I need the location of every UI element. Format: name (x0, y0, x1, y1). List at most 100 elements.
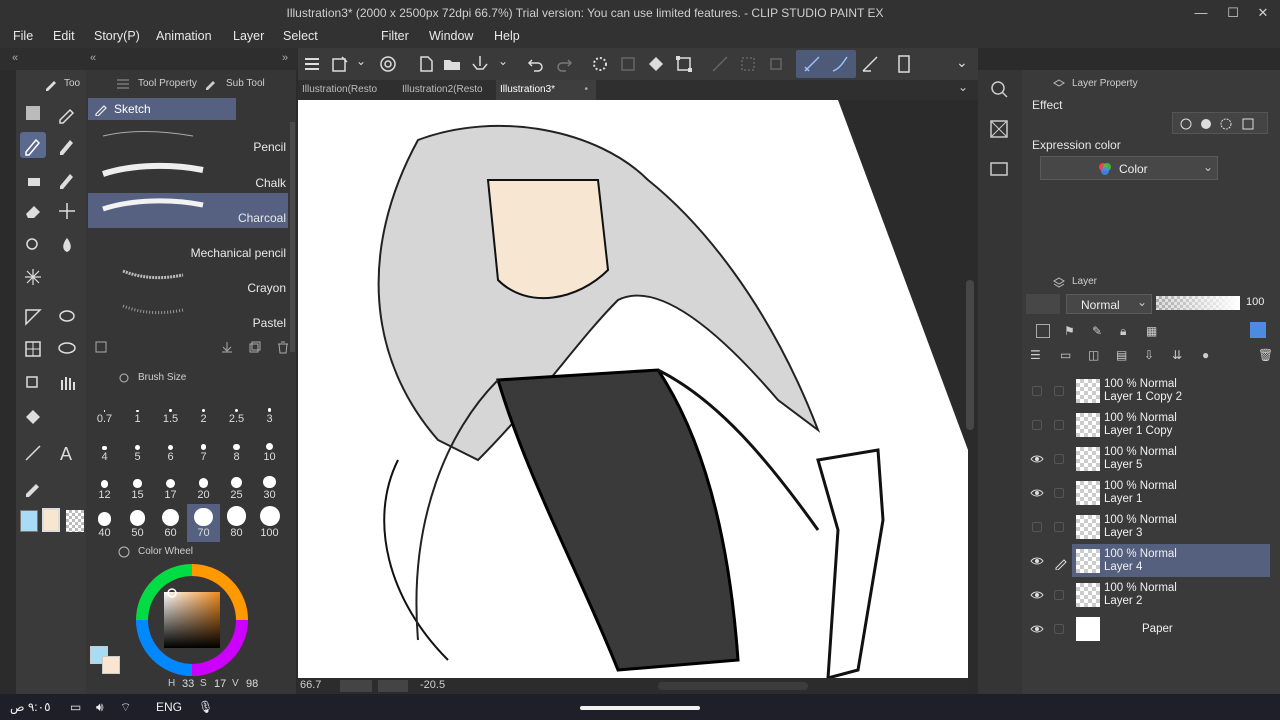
transparent-color-swatch[interactable] (66, 510, 84, 532)
layer-select-checkbox[interactable] (1054, 590, 1064, 600)
trash-icon[interactable] (276, 340, 290, 354)
sparkle-tool[interactable] (20, 264, 46, 290)
opacity-slider[interactable] (1156, 296, 1240, 310)
layer-select-checkbox[interactable] (1054, 454, 1064, 464)
subtool-scrollbar[interactable] (290, 122, 295, 352)
layer-row[interactable]: 100 % Normal Layer 2 (1072, 578, 1270, 611)
subtool-pastel[interactable]: Pastel (88, 298, 288, 333)
brush-size-option[interactable]: 1 (121, 390, 154, 428)
brush-size-option[interactable]: 80 (220, 504, 253, 542)
brush-size-option[interactable]: 40 (88, 504, 121, 542)
brush-size-option[interactable]: 25 (220, 466, 253, 504)
duplicate-icon[interactable] (248, 340, 262, 354)
pen-tool[interactable] (54, 132, 80, 158)
tab-sub-tool[interactable]: Sub Tool (226, 78, 265, 89)
layer-row[interactable]: 100 % Normal Layer 1 Copy 2 (1072, 374, 1270, 407)
undo-icon[interactable] (526, 54, 546, 74)
brush-size-option[interactable]: 6 (154, 428, 187, 466)
collapse-left-icon[interactable]: « (12, 52, 18, 64)
brush-size-option[interactable]: 70 (187, 504, 220, 542)
s-value[interactable]: 17 (214, 678, 226, 690)
transform-icon[interactable] (674, 54, 694, 74)
frame-tool[interactable] (20, 336, 46, 362)
layer-visibility-toggle[interactable] (1030, 418, 1044, 432)
collapse-subtool-icon[interactable]: « (90, 52, 96, 64)
subtool-group-sketch[interactable]: Sketch (88, 98, 236, 120)
new-vector-layer-icon[interactable]: ◫ (1088, 348, 1099, 362)
mask-icon[interactable]: ● (1202, 348, 1209, 362)
tool-panel-tab[interactable]: Too (64, 78, 80, 89)
color-wheel[interactable] (134, 562, 250, 678)
line-tool[interactable] (20, 440, 46, 466)
pencil-tool[interactable] (20, 132, 46, 158)
combine-down-icon[interactable]: ⇊ (1172, 348, 1182, 362)
brush-size-option[interactable]: 0.7 (88, 390, 121, 428)
blend-tool[interactable] (20, 232, 46, 258)
fill-tool[interactable] (20, 404, 46, 430)
brush-size-option[interactable]: 17 (154, 466, 187, 504)
hand-tool[interactable] (54, 370, 80, 396)
layer-color-toggle-icon[interactable] (1250, 322, 1266, 338)
chevron-down-icon[interactable]: ⌄ (956, 54, 976, 74)
close-icon[interactable]: • (584, 80, 588, 100)
new-file-icon[interactable] (416, 54, 436, 74)
brush-size-option[interactable]: 5 (121, 428, 154, 466)
menu-filter[interactable]: Filter (381, 29, 409, 43)
airbrush-tool[interactable] (54, 232, 80, 258)
navigator-icon[interactable] (988, 78, 1010, 100)
expression-color-select[interactable]: Color ⌄ (1040, 156, 1218, 180)
balloon-tool[interactable] (54, 336, 80, 362)
layer-color-icon[interactable] (1241, 117, 1255, 131)
canvas-area[interactable] (298, 100, 968, 678)
layer-select-checkbox[interactable] (1054, 522, 1064, 532)
layer-row[interactable]: 100 % Normal Layer 4 (1072, 544, 1270, 577)
menu-help[interactable]: Help (494, 29, 520, 43)
vertical-scrollbar[interactable] (966, 280, 974, 430)
main-color-indicator[interactable] (102, 656, 120, 674)
layer-visibility-toggle[interactable] (1030, 554, 1044, 568)
chevron-down-icon[interactable]: ⌄ (498, 54, 518, 74)
snap-special-ruler-icon[interactable] (830, 54, 850, 74)
layer-select-checkbox[interactable] (1054, 420, 1064, 430)
tab-illustration[interactable]: Illustration(Resto (298, 80, 398, 100)
layer-visibility-toggle[interactable] (1030, 384, 1044, 398)
lock-icon[interactable]: 🔒︎ (1120, 324, 1126, 339)
battery-icon[interactable]: ▭ (70, 700, 81, 714)
layer-select-checkbox[interactable] (1054, 624, 1064, 634)
subtool-chalk[interactable]: Chalk (88, 158, 288, 193)
layer-row[interactable]: Paper (1072, 612, 1270, 645)
brush-size-option[interactable]: 1.5 (154, 390, 187, 428)
blend-mode-select[interactable]: Normal ⌄ (1066, 294, 1152, 314)
snap-ruler-icon[interactable] (802, 54, 822, 74)
v-value[interactable]: 98 (246, 678, 258, 690)
volume-icon[interactable]: 🔊︎ (96, 700, 104, 715)
brush-size-option[interactable]: 7 (187, 428, 220, 466)
drawing-canvas[interactable] (298, 100, 968, 678)
border-effect-icon[interactable] (1179, 117, 1193, 131)
subtool-settings-icon[interactable] (94, 340, 108, 354)
draft-layer-icon[interactable]: ✎ (1092, 324, 1102, 338)
move-layer-tool[interactable] (20, 166, 46, 192)
menu-file[interactable]: File (13, 29, 33, 43)
tab-illustration3[interactable]: Illustration3* • (496, 80, 596, 100)
eraser-tool[interactable] (20, 198, 46, 224)
sub-color-swatch[interactable] (20, 510, 38, 532)
brush-size-option[interactable]: 2 (187, 390, 220, 428)
layer-visibility-toggle[interactable] (1030, 588, 1044, 602)
lock-transparency-icon[interactable]: ▦ (1146, 324, 1157, 338)
layer-select-checkbox[interactable] (1054, 488, 1064, 498)
delete-layer-icon[interactable]: 🗑︎ (1258, 348, 1273, 362)
menu-window[interactable]: Window (429, 29, 473, 43)
device-icon[interactable] (894, 54, 914, 74)
brush-size-option[interactable]: 3 (253, 390, 286, 428)
new-canvas-icon[interactable] (330, 54, 350, 74)
transfer-down-icon[interactable]: ⇩ (1144, 348, 1154, 362)
selection-area-tool[interactable] (20, 100, 46, 126)
eyedropper-tool[interactable] (54, 100, 80, 126)
open-folder-icon[interactable] (442, 54, 462, 74)
brush-size-option[interactable]: 50 (121, 504, 154, 542)
menu-select[interactable]: Select (283, 29, 318, 43)
brush-size-option[interactable]: 8 (220, 428, 253, 466)
zoom-value[interactable]: 66.7 (300, 679, 321, 691)
layer-row[interactable]: 100 % Normal Layer 5 (1072, 442, 1270, 475)
